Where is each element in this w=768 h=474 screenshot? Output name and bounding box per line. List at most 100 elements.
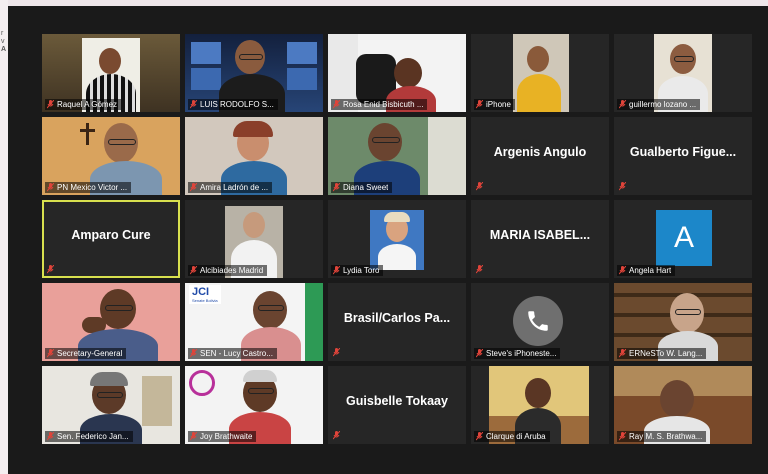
participant-name-tag: Steve's iPhoneste... bbox=[474, 348, 561, 359]
participant-name-tag: PN Mexico Victor ... bbox=[45, 182, 132, 193]
participant-name: Secretary-General bbox=[57, 349, 123, 358]
participant-tile[interactable]: A Angela Hart bbox=[614, 200, 752, 278]
participant-tile[interactable]: JCI Senate Bolivia SEN - Lucy Castro... bbox=[185, 283, 323, 361]
participant-tile-active-speaker[interactable]: Amparo Cure bbox=[42, 200, 180, 278]
participant-name: Sen. Federico Jan... bbox=[57, 432, 129, 441]
muted-mic-icon bbox=[190, 183, 197, 192]
muted-mic-icon bbox=[619, 432, 626, 441]
participant-display-name: Brasil/Carlos Pa... bbox=[343, 311, 451, 325]
participant-name: Raquel A Gómez bbox=[57, 100, 118, 109]
participant-name-tag: Amira Ladrón de ... bbox=[188, 182, 273, 193]
participant-display-name: Amparo Cure bbox=[71, 228, 151, 242]
muted-mic-icon bbox=[190, 100, 197, 109]
participant-name-tag: Rosa Enid Bisbicuth ... bbox=[331, 99, 428, 110]
participant-tile[interactable]: Brasil/Carlos Pa... bbox=[328, 283, 466, 361]
participant-tile[interactable]: Guisbelle Tokaay bbox=[328, 366, 466, 444]
muted-mic-icon bbox=[619, 266, 626, 275]
participant-tile[interactable]: guillermo lozano ... bbox=[614, 34, 752, 112]
muted-mic-icon bbox=[190, 266, 197, 275]
participant-name-tag: iPhone bbox=[474, 99, 515, 110]
participant-name-tag: Ray M. S. Brathwa... bbox=[617, 431, 707, 442]
desktop-mark: A bbox=[1, 46, 7, 53]
participant-display-name: MARIA ISABEL... bbox=[489, 228, 591, 242]
participant-name-tag: guillermo lozano ... bbox=[617, 99, 701, 110]
participant-name: PN Mexico Victor ... bbox=[57, 183, 128, 192]
gallery-view-grid: Raquel A Gómez LUIS RODOLFO S... Rosa En… bbox=[42, 34, 752, 444]
participant-display-name: Argenis Angulo bbox=[493, 145, 587, 159]
participant-name: Lydia Toro bbox=[343, 266, 380, 275]
muted-mic-icon bbox=[190, 432, 197, 441]
participant-tile[interactable]: ERNeSTo W. Lang... bbox=[614, 283, 752, 361]
participant-tile[interactable]: Secretary-General bbox=[42, 283, 180, 361]
participant-display-name: Gualberto Figue... bbox=[629, 145, 737, 159]
participant-name: Alcibiades Madrid bbox=[200, 266, 264, 275]
participant-tile[interactable]: Lydia Toro bbox=[328, 200, 466, 278]
muted-mic-icon bbox=[476, 100, 483, 109]
participant-name: Amira Ladrón de ... bbox=[200, 183, 269, 192]
participant-name: Rosa Enid Bisbicuth ... bbox=[343, 100, 424, 109]
participant-tile[interactable]: Diana Sweet bbox=[328, 117, 466, 195]
participant-tile[interactable]: Raquel A Gómez bbox=[42, 34, 180, 112]
participant-tile[interactable]: Clarque di Aruba bbox=[471, 366, 609, 444]
participant-name-tag: Sen. Federico Jan... bbox=[45, 431, 133, 442]
participant-name-tag: Clarque di Aruba bbox=[474, 431, 550, 442]
zoom-meeting-window: Raquel A Gómez LUIS RODOLFO S... Rosa En… bbox=[8, 6, 768, 474]
muted-mic-icon bbox=[333, 348, 340, 357]
muted-mic-icon bbox=[47, 265, 54, 274]
participant-tile[interactable]: Rosa Enid Bisbicuth ... bbox=[328, 34, 466, 112]
participant-tile[interactable]: LUIS RODOLFO S... bbox=[185, 34, 323, 112]
participant-name-tag: Joy Brathwaite bbox=[188, 431, 257, 442]
muted-mic-icon bbox=[333, 183, 340, 192]
jci-logo-subtitle: Senate Bolivia bbox=[192, 298, 218, 303]
muted-mic-icon bbox=[476, 432, 483, 441]
participant-tile[interactable]: PN Mexico Victor ... bbox=[42, 117, 180, 195]
participant-name: LUIS RODOLFO S... bbox=[200, 100, 274, 109]
participant-tile[interactable]: Gualberto Figue... bbox=[614, 117, 752, 195]
participant-name: Angela Hart bbox=[629, 266, 672, 275]
muted-mic-icon bbox=[47, 183, 54, 192]
muted-mic-icon bbox=[333, 266, 340, 275]
participant-name: ERNeSTo W. Lang... bbox=[629, 349, 703, 358]
participant-name: SEN - Lucy Castro... bbox=[200, 349, 273, 358]
participant-name: guillermo lozano ... bbox=[629, 100, 697, 109]
muted-mic-icon bbox=[47, 432, 54, 441]
muted-mic-icon bbox=[333, 431, 340, 440]
profile-avatar: A bbox=[656, 210, 712, 266]
participant-name: Ray M. S. Brathwa... bbox=[629, 432, 703, 441]
muted-mic-icon bbox=[47, 349, 54, 358]
participant-tile[interactable]: Argenis Angulo bbox=[471, 117, 609, 195]
participant-tile[interactable]: Alcibiades Madrid bbox=[185, 200, 323, 278]
participant-tile[interactable]: Ray M. S. Brathwa... bbox=[614, 366, 752, 444]
participant-name-tag: Alcibiades Madrid bbox=[188, 265, 268, 276]
jci-logo: JCI Senate Bolivia bbox=[189, 285, 221, 304]
participant-name-tag: LUIS RODOLFO S... bbox=[188, 99, 278, 110]
participant-tile[interactable]: iPhone bbox=[471, 34, 609, 112]
participant-name: Clarque di Aruba bbox=[486, 432, 546, 441]
jci-logo-text: JCI bbox=[192, 286, 210, 298]
desktop-mark: r bbox=[1, 30, 4, 37]
participant-tile[interactable]: MARIA ISABEL... bbox=[471, 200, 609, 278]
muted-mic-icon bbox=[619, 100, 626, 109]
desktop-mark: v bbox=[1, 38, 5, 45]
muted-mic-icon bbox=[190, 349, 197, 358]
participant-name-tag: Lydia Toro bbox=[331, 265, 384, 276]
participant-tile[interactable]: Sen. Federico Jan... bbox=[42, 366, 180, 444]
participant-name: Steve's iPhoneste... bbox=[486, 349, 557, 358]
participant-tile[interactable]: Amira Ladrón de ... bbox=[185, 117, 323, 195]
participant-name-tag: Secretary-General bbox=[45, 348, 127, 359]
participant-name-tag: Angela Hart bbox=[617, 265, 676, 276]
participant-tile[interactable]: Joy Brathwaite bbox=[185, 366, 323, 444]
participant-name-tag: SEN - Lucy Castro... bbox=[188, 348, 277, 359]
participant-tile[interactable]: Steve's iPhoneste... bbox=[471, 283, 609, 361]
muted-mic-icon bbox=[476, 265, 483, 274]
muted-mic-icon bbox=[333, 100, 340, 109]
phone-icon bbox=[513, 296, 563, 346]
muted-mic-icon bbox=[47, 100, 54, 109]
participant-name-tag: Diana Sweet bbox=[331, 182, 393, 193]
participant-name-tag: ERNeSTo W. Lang... bbox=[617, 348, 707, 359]
participant-display-name: Guisbelle Tokaay bbox=[346, 394, 448, 408]
participant-name: Diana Sweet bbox=[343, 183, 389, 192]
desktop-left-strip: r v A bbox=[0, 0, 8, 474]
participant-name: iPhone bbox=[486, 100, 511, 109]
phone-audio-muted-icon bbox=[476, 349, 483, 358]
